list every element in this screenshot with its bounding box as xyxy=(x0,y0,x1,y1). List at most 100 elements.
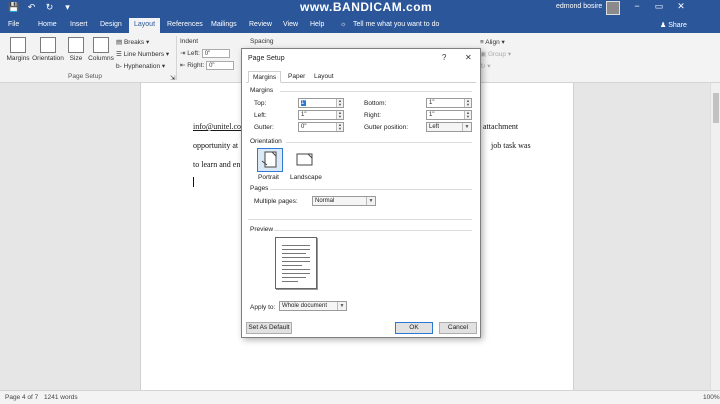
page-count[interactable]: Page 4 of 7 xyxy=(5,394,38,401)
indent-right-label: Right: xyxy=(187,62,205,70)
tab-margins[interactable]: Margins xyxy=(248,71,282,83)
spinner-icon[interactable]: ▲ ▼ xyxy=(336,111,343,119)
tab-layout-dialog[interactable]: Layout xyxy=(310,71,338,83)
preview-line xyxy=(282,261,310,262)
breaks-button[interactable]: ▤ Breaks ▾ xyxy=(116,38,149,46)
maximize-button[interactable]: ▭ xyxy=(648,1,670,12)
gutter-position-select[interactable]: Left ▼ xyxy=(426,122,472,132)
columns-icon xyxy=(93,37,109,53)
tab-paper[interactable]: Paper xyxy=(284,71,309,83)
size-icon xyxy=(68,37,84,53)
scrollbar-thumb[interactable] xyxy=(713,93,719,123)
gutter-position-value: Left xyxy=(429,124,440,130)
quick-access-toolbar: 💾 ↶ ↻ ▾ xyxy=(8,2,73,13)
customize-icon[interactable]: ▾ xyxy=(62,2,73,13)
gutter-position-label: Gutter position: xyxy=(364,124,409,131)
help-button[interactable]: ? xyxy=(442,53,446,62)
save-icon[interactable]: 💾 xyxy=(8,2,19,13)
line-numbers-button[interactable]: ☰ Line Numbers ▾ xyxy=(116,50,169,58)
align-button[interactable]: ≡ Align ▾ xyxy=(480,38,505,46)
preview-section-label: Preview xyxy=(250,226,274,233)
dialog-tabs: Margins Paper Layout xyxy=(246,71,476,83)
rotate-button[interactable]: ↻ ▾ xyxy=(480,62,491,70)
portrait-label: Portrait xyxy=(258,174,279,181)
landscape-button[interactable] xyxy=(292,148,318,172)
hyphenation-button[interactable]: b‐ Hyphenation ▾ xyxy=(116,62,165,70)
tab-mailings[interactable]: Mailings xyxy=(211,21,237,28)
tab-design[interactable]: Design xyxy=(100,21,122,28)
indent-right-input[interactable]: 0" xyxy=(206,61,235,70)
dialog-title: Page Setup xyxy=(248,55,285,62)
avatar[interactable] xyxy=(606,1,620,15)
chevron-down-icon: ▼ xyxy=(366,197,375,205)
size-button[interactable]: Size xyxy=(66,37,86,62)
top-margin-input[interactable]: 1" ▲ ▼ xyxy=(298,98,344,108)
ok-button[interactable]: OK xyxy=(395,322,433,334)
title-bar: 💾 ↶ ↻ ▾ www.BANDICAM.com edmond bosire −… xyxy=(0,0,720,17)
close-button[interactable]: ✕ xyxy=(670,1,692,12)
margins-button[interactable]: Margins xyxy=(5,37,31,62)
cancel-button[interactable]: Cancel xyxy=(439,322,477,334)
breaks-label: Breaks xyxy=(123,39,145,46)
group-page-setup-label: Page Setup xyxy=(68,73,102,80)
preview-line xyxy=(282,249,310,250)
indent-label: Indent xyxy=(180,38,199,45)
redo-icon[interactable]: ↻ xyxy=(44,2,55,13)
indent-left-row: ⇥ Left: 0" xyxy=(180,49,230,58)
landscape-label: Landscape xyxy=(290,174,322,181)
tab-references[interactable]: References xyxy=(167,21,203,28)
word-count[interactable]: 1241 words xyxy=(44,394,78,401)
share-button[interactable]: ♟ Share xyxy=(660,21,687,29)
group-button[interactable]: ▣ Group ▾ xyxy=(480,50,511,58)
gutter-input[interactable]: 0" ▲ ▼ xyxy=(298,122,344,132)
doc-email[interactable]: info@unitel.co xyxy=(193,122,241,131)
minimize-button[interactable]: − xyxy=(626,1,648,12)
tell-me-input[interactable]: Tell me what you want to do xyxy=(353,21,439,28)
dialog-close-button[interactable]: ✕ xyxy=(465,53,472,62)
spinner-icon[interactable]: ▲ ▼ xyxy=(464,111,471,119)
left-margin-input[interactable]: 1" ▲ ▼ xyxy=(298,110,344,120)
tab-file[interactable]: File xyxy=(8,21,19,28)
spinner-icon[interactable]: ▲ ▼ xyxy=(464,99,471,107)
tab-help[interactable]: Help xyxy=(310,21,324,28)
divider xyxy=(274,230,472,231)
tab-insert[interactable]: Insert xyxy=(70,21,88,28)
zoom-level[interactable]: 100% xyxy=(703,394,720,401)
orientation-section-label: Orientation xyxy=(250,138,282,145)
landscape-icon xyxy=(296,153,313,166)
portrait-icon xyxy=(261,151,277,168)
bottom-margin-input[interactable]: 1" ▲ ▼ xyxy=(426,98,472,108)
multiple-pages-label: Multiple pages: xyxy=(254,198,298,205)
portrait-button[interactable] xyxy=(257,148,283,172)
left-label: Left: xyxy=(254,112,267,119)
preview-line xyxy=(282,281,298,282)
undo-icon[interactable]: ↶ xyxy=(26,2,37,13)
doc-line1-end: attachment xyxy=(483,122,519,131)
tab-view[interactable]: View xyxy=(283,21,298,28)
share-label: Share xyxy=(668,22,687,29)
columns-button[interactable]: Columns xyxy=(87,37,115,62)
tab-review[interactable]: Review xyxy=(249,21,272,28)
indent-left-input[interactable]: 0" xyxy=(201,49,230,58)
preview-line xyxy=(282,265,302,266)
tab-layout[interactable]: Layout xyxy=(129,18,161,33)
set-as-default-button[interactable]: Set As Default xyxy=(246,322,292,334)
orientation-button[interactable]: Orientation xyxy=(32,37,64,62)
spinner-icon[interactable]: ▲ ▼ xyxy=(336,99,343,107)
divider xyxy=(280,91,472,92)
apply-to-select[interactable]: Whole document ▼ xyxy=(279,301,347,311)
divider xyxy=(248,219,472,220)
vertical-scrollbar[interactable] xyxy=(710,83,720,390)
preview-line xyxy=(282,269,310,270)
right-margin-input[interactable]: 1" ▲ ▼ xyxy=(426,110,472,120)
bottom-label: Bottom: xyxy=(364,100,387,107)
hyphenation-label: Hyphenation xyxy=(123,63,161,70)
tab-home[interactable]: Home xyxy=(38,21,57,28)
spacing-label: Spacing xyxy=(250,38,274,45)
spinner-icon[interactable]: ▲ ▼ xyxy=(336,123,343,131)
margins-icon xyxy=(10,37,26,53)
multiple-pages-select[interactable]: Normal ▼ xyxy=(312,196,376,206)
preview-line xyxy=(282,245,310,246)
user-name[interactable]: edmond bosire xyxy=(556,3,602,10)
dialog-launcher-icon[interactable]: ⇲ xyxy=(170,74,175,82)
